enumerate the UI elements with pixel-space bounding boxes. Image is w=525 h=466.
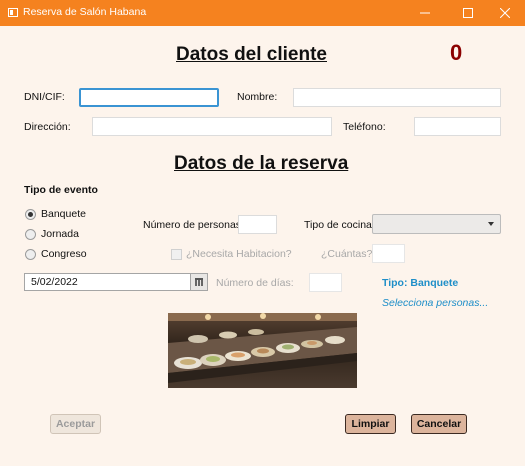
close-icon xyxy=(500,8,510,18)
chevron-down-icon xyxy=(488,222,494,226)
radio-label: Banquete xyxy=(41,208,86,220)
direccion-label: Dirección: xyxy=(24,121,71,133)
window-title: Reserva de Salón Habana xyxy=(23,6,147,18)
habitacion-label: ¿Necesita Habitacion? xyxy=(186,248,292,260)
num-personas-label: Número de personas: xyxy=(143,219,244,231)
direccion-field[interactable] xyxy=(92,117,332,136)
calendar-icon xyxy=(195,278,203,286)
radio-button[interactable] xyxy=(25,229,36,240)
telefono-label: Teléfono: xyxy=(343,121,386,133)
date-picker-button[interactable] xyxy=(190,273,208,291)
fecha-field[interactable]: 5/02/2022 xyxy=(24,273,191,291)
habitacion-checkbox[interactable] xyxy=(171,249,182,260)
radio-button[interactable] xyxy=(25,249,36,260)
nombre-label: Nombre: xyxy=(237,91,278,103)
nombre-field[interactable] xyxy=(293,88,501,107)
num-personas-field[interactable] xyxy=(238,215,277,234)
minimize-icon xyxy=(420,12,430,14)
radio-button-selected[interactable] xyxy=(25,209,36,220)
aceptar-button[interactable]: Aceptar xyxy=(50,414,101,434)
maximize-icon xyxy=(463,8,473,18)
num-dias-label: Número de días: xyxy=(216,277,294,289)
hint-label: Selecciona personas... xyxy=(382,297,489,309)
dni-label: DNI/CIF: xyxy=(24,91,65,103)
minimize-button[interactable] xyxy=(405,0,445,26)
dni-field[interactable] xyxy=(79,88,219,107)
tipo-cocina-dropdown[interactable] xyxy=(372,214,501,234)
limpiar-button[interactable]: Limpiar xyxy=(345,414,396,434)
cancelar-button[interactable]: Cancelar xyxy=(411,414,467,434)
radio-label: Congreso xyxy=(41,248,87,260)
heading-datos-cliente: Datos del cliente xyxy=(176,44,327,65)
cuantas-label: ¿Cuántas? xyxy=(321,248,373,260)
close-button[interactable] xyxy=(485,0,525,26)
cuantas-field[interactable] xyxy=(372,244,405,263)
tipo-info-label: Tipo: Banquete xyxy=(382,277,459,289)
tipo-cocina-label: Tipo de cocina: xyxy=(304,219,375,231)
banquet-photo xyxy=(168,313,357,388)
window-app-icon xyxy=(8,8,18,17)
reservation-counter: 0 xyxy=(450,40,463,65)
maximize-button[interactable] xyxy=(448,0,488,26)
tipo-evento-label: Tipo de evento xyxy=(24,184,98,196)
num-dias-field[interactable] xyxy=(309,273,342,292)
heading-datos-reserva: Datos de la reserva xyxy=(174,153,349,174)
title-bar: Reserva de Salón Habana xyxy=(0,0,525,26)
telefono-field[interactable] xyxy=(414,117,501,136)
radio-label: Jornada xyxy=(41,228,79,240)
